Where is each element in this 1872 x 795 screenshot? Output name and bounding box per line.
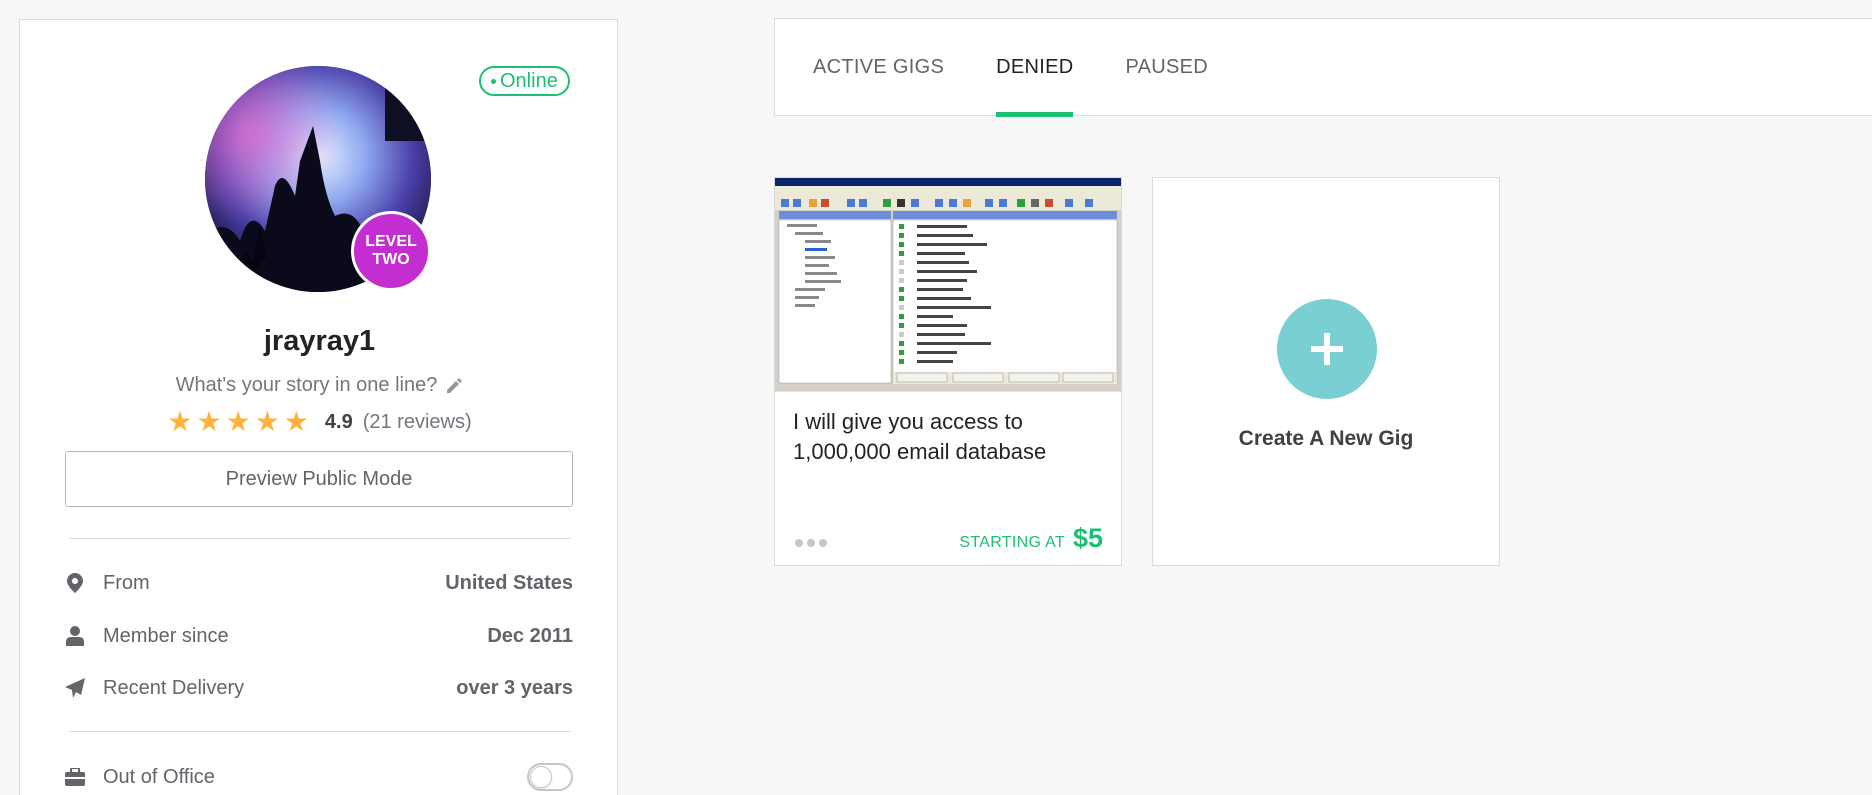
gig-thumbnail[interactable] [775, 178, 1121, 392]
briefcase-icon [65, 766, 85, 788]
user-icon [65, 625, 85, 647]
create-new-gig-label[interactable]: Create A New Gig [1153, 427, 1499, 451]
create-new-gig-card[interactable]: Create A New Gig [1152, 177, 1500, 566]
info-label: Member since [103, 624, 229, 647]
review-count: (21 reviews) [362, 410, 472, 433]
star-icon: ★ [283, 406, 309, 437]
paper-plane-icon [65, 677, 85, 699]
star-icon: ★ [196, 406, 222, 437]
location-pin-icon [65, 572, 85, 594]
edit-pencil-icon[interactable] [445, 377, 463, 395]
gig-title[interactable]: I will give you access to 1,000,000 emai… [793, 407, 1103, 467]
star-icon: ★ [225, 406, 251, 437]
tagline-text: What's your story in one line? [175, 374, 438, 396]
preview-public-mode-button[interactable]: Preview Public Mode [65, 451, 573, 507]
online-dot-icon [491, 78, 496, 84]
toggle-knob [530, 766, 552, 788]
online-status-label: Online [500, 70, 558, 92]
info-label: From [103, 571, 150, 594]
rating: ★ ★ ★ ★ ★ 4.9 (21 reviews) [20, 408, 619, 436]
info-label: Recent Delivery [103, 676, 245, 699]
starting-at-label: STARTING AT [959, 534, 1065, 551]
star-icon: ★ [254, 406, 280, 437]
username: jrayray1 [263, 325, 376, 357]
level-line-1: LEVEL [365, 233, 417, 250]
price-amount: $5 [1072, 523, 1103, 553]
info-value: over 3 years [456, 676, 573, 699]
gig-thumbnail-image [775, 178, 1121, 391]
gig-card[interactable]: I will give you access to 1,000,000 emai… [774, 177, 1122, 566]
level-line-2: TWO [372, 251, 410, 268]
info-row-recent-delivery: Recent Delivery over 3 years [65, 673, 573, 703]
profile-card: Online LEVEL TWO jrayray1 What's your st… [19, 19, 618, 795]
gig-price: STARTING AT $5 [959, 523, 1103, 554]
out-of-office-toggle[interactable] [527, 763, 573, 791]
info-value: Dec 2011 [487, 624, 573, 647]
tab-active-gigs[interactable]: ACTIVE GIGS [813, 18, 944, 116]
online-status-badge: Online [479, 66, 570, 96]
more-options-icon[interactable] [795, 539, 827, 547]
divider [69, 731, 571, 732]
level-badge: LEVEL TWO [351, 211, 431, 291]
info-value: United States [445, 571, 573, 594]
out-of-office-label: Out of Office [103, 765, 215, 788]
star-icon: ★ [167, 406, 193, 437]
info-row-out-of-office: Out of Office [65, 762, 573, 792]
rating-score: 4.9 [324, 410, 353, 433]
tab-paused[interactable]: PAUSED [1125, 18, 1208, 116]
gig-status-tabs: ACTIVE GIGS DENIED PAUSED [774, 18, 1872, 117]
plus-icon[interactable] [1277, 299, 1377, 399]
info-row-member-since: Member since Dec 2011 [65, 621, 573, 651]
tagline[interactable]: What's your story in one line? [20, 374, 619, 397]
info-row-from: From United States [65, 568, 573, 598]
tab-denied[interactable]: DENIED [996, 18, 1074, 117]
divider [69, 538, 571, 539]
